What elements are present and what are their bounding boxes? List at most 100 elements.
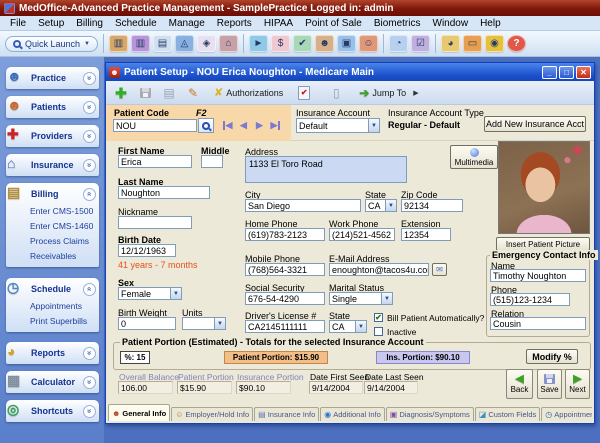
monitor-icon[interactable]: ▭	[463, 35, 482, 52]
maximize-button[interactable]: □	[559, 66, 574, 79]
middle-name-input[interactable]	[201, 155, 223, 168]
sidebar-item-process-claims[interactable]: Process Claims	[30, 236, 97, 246]
tab-employer-hold-info[interactable]: ☺Employer/Hold Info	[171, 407, 253, 421]
chevron-expand-icon[interactable]: »	[83, 376, 96, 389]
sidebar-item-print-superbills[interactable]: Print Superbills	[30, 316, 97, 326]
sidebar-item-enter-cms-1500[interactable]: Enter CMS-1500	[30, 206, 97, 216]
save-record-button[interactable]: Save	[537, 369, 562, 399]
email-input[interactable]: enoughton@tacos4u.com	[329, 263, 429, 276]
menu-help[interactable]: Help	[474, 17, 507, 30]
zip-code-input[interactable]: 92134	[401, 199, 463, 212]
inactive-checkbox[interactable]	[374, 327, 383, 336]
multimedia-button[interactable]: Multimedia	[450, 145, 498, 169]
chevron-expand-icon[interactable]: »	[83, 159, 96, 172]
jump-to-button[interactable]: ➔ Jump To ▶	[357, 83, 420, 103]
nav-previous-button[interactable]: ◀	[236, 119, 251, 132]
menu-reports[interactable]: Reports	[211, 17, 258, 30]
minimize-button[interactable]: _	[542, 66, 557, 79]
patient-icon[interactable]: ☺	[359, 35, 378, 52]
edit-button[interactable]: ✎	[182, 83, 204, 103]
tab-appointments[interactable]: ◷Appointments	[541, 407, 592, 421]
close-button[interactable]: ✕	[576, 66, 591, 79]
lab-icon[interactable]: ◬	[175, 35, 194, 52]
back-button[interactable]: ◀ Back	[506, 369, 533, 399]
next-button[interactable]: ▶ Next	[565, 369, 590, 399]
work-phone-input[interactable]: (214)521-4562	[329, 228, 395, 241]
save-button[interactable]	[134, 83, 156, 103]
claims-icon[interactable]: ✔	[293, 35, 312, 52]
nav-first-button[interactable]: ◀	[220, 119, 235, 132]
tab-diagnosis-symptoms[interactable]: ▣Diagnosis/Symptoms	[386, 407, 474, 421]
chart-icon[interactable]: ◕	[441, 35, 460, 52]
tab-additional-info[interactable]: ◉Additional Info	[320, 407, 385, 421]
sidebar-section-practice[interactable]: ☻ Practice »	[6, 67, 99, 89]
tab-general-info[interactable]: ☻General Info	[108, 404, 170, 421]
quick-launch-button[interactable]: Quick Launch ▼	[5, 36, 98, 52]
extension-input[interactable]: 12354	[401, 228, 451, 241]
add-new-insurance-button[interactable]: Add New Insurance Acct	[484, 116, 586, 132]
marital-status-select[interactable]: Single▼	[329, 292, 393, 305]
certificate-icon[interactable]: ◈	[197, 35, 216, 52]
first-name-input[interactable]: Erica	[118, 155, 192, 168]
practice-building-icon[interactable]: ⌂	[219, 35, 238, 52]
personnel-icon[interactable]: ☻	[315, 35, 334, 52]
insert-patient-picture-button[interactable]: Insert Patient Picture	[496, 237, 590, 251]
drivers-license-input[interactable]: CA2145111111	[245, 320, 325, 333]
city-input[interactable]: San Diego	[245, 199, 361, 212]
sidebar-section-shortcuts[interactable]: ◎ Shortcuts »	[6, 400, 99, 422]
menu-manage[interactable]: Manage	[163, 17, 211, 30]
nickname-input[interactable]	[118, 216, 192, 229]
nav-next-button[interactable]: ▶	[252, 119, 267, 132]
social-security-input[interactable]: 676-54-4290	[245, 292, 325, 305]
sidebar-item-enter-cms-1460[interactable]: Enter CMS-1460	[30, 221, 97, 231]
window-titlebar[interactable]: ☻ Patient Setup - NOU Erica Noughton - M…	[106, 63, 594, 81]
sidebar-section-schedule[interactable]: ◷ Schedule « Appointments Print Superbil…	[6, 278, 99, 332]
menu-point-of-sale[interactable]: Point of Sale	[299, 17, 368, 30]
chevron-collapse-icon[interactable]: «	[83, 283, 96, 296]
icd-folder-icon[interactable]: ▥	[131, 35, 150, 52]
sidebar-section-reports[interactable]: ◕ Reports »	[6, 342, 99, 364]
sidebar-section-calculator[interactable]: ▦ Calculator »	[6, 371, 99, 393]
sidebar-section-insurance[interactable]: ⌂ Insurance »	[6, 154, 99, 176]
units-select[interactable]: ▼	[182, 317, 226, 330]
terminal-icon[interactable]: ▣	[337, 35, 356, 52]
last-name-input[interactable]: Noughton	[118, 186, 210, 199]
sidebar-section-billing[interactable]: ▤ Billing « Enter CMS-1500 Enter CMS-146…	[6, 183, 99, 267]
authorizations-button[interactable]: ✘ Authorizations	[212, 83, 285, 103]
menu-window[interactable]: Window	[427, 17, 475, 30]
chevron-expand-icon[interactable]: »	[83, 101, 96, 114]
tab-insurance-info[interactable]: ▤Insurance Info	[254, 407, 319, 421]
menu-biometrics[interactable]: Biometrics	[368, 17, 427, 30]
patient-code-input[interactable]: NOU	[113, 119, 197, 132]
mobile-phone-input[interactable]: (768)564-3321	[245, 263, 325, 276]
menu-billing[interactable]: Billing	[70, 17, 109, 30]
emergency-relation-input[interactable]: Cousin	[490, 317, 586, 330]
bill-automatically-checkbox[interactable]: ✔	[374, 313, 383, 322]
state-select[interactable]: CA▼	[365, 199, 397, 212]
chevron-expand-icon[interactable]: »	[83, 130, 96, 143]
delete-button[interactable]: ▯	[325, 83, 347, 103]
transfer-icon[interactable]: ►	[249, 35, 268, 52]
cpt-folder-icon[interactable]: ▥	[109, 35, 128, 52]
address-input[interactable]: 1133 El Toro Road	[245, 156, 407, 183]
menu-hipaa[interactable]: HIPAA	[258, 17, 299, 30]
nav-last-button[interactable]: ▶	[268, 119, 283, 132]
chevron-collapse-icon[interactable]: «	[83, 188, 96, 201]
chevron-expand-icon[interactable]: »	[83, 72, 96, 85]
patient-search-button[interactable]	[198, 118, 214, 133]
chevron-expand-icon[interactable]: »	[83, 405, 96, 418]
dl-state-select[interactable]: CA▼	[329, 320, 367, 333]
menu-schedule[interactable]: Schedule	[109, 17, 163, 30]
charges-icon[interactable]: $	[271, 35, 290, 52]
sidebar-section-patients[interactable]: ☻ Patients »	[6, 96, 99, 118]
emergency-name-input[interactable]: Timothy Noughton	[490, 269, 586, 282]
insurance-account-select[interactable]: Default▼	[296, 118, 380, 133]
menu-file[interactable]: File	[4, 17, 32, 30]
add-patient-button[interactable]: ✚	[110, 83, 132, 103]
help-icon[interactable]: ?	[507, 35, 526, 52]
menu-setup[interactable]: Setup	[32, 17, 70, 30]
chevron-expand-icon[interactable]: »	[83, 347, 96, 360]
id-card-icon[interactable]: ▤	[153, 35, 172, 52]
modify-percent-button[interactable]: Modify %	[526, 349, 578, 364]
sidebar-section-providers[interactable]: ✚ Providers »	[6, 125, 99, 147]
